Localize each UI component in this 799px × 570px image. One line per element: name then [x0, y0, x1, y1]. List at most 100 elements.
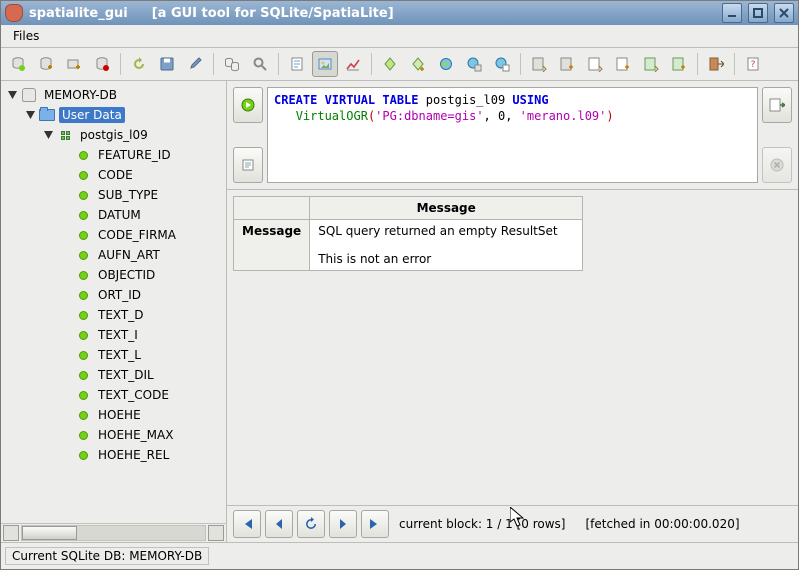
folder-icon [39, 109, 55, 121]
results-panel: Message Message SQL query returned an em… [227, 190, 798, 506]
tb-new-icon[interactable] [33, 51, 59, 77]
tb-about-icon[interactable]: ? [740, 51, 766, 77]
tree-root[interactable]: MEMORY-DB [7, 85, 226, 105]
database-icon [22, 88, 36, 102]
scroll-track[interactable] [21, 525, 206, 541]
tb-txt-link-icon[interactable] [610, 51, 636, 77]
nav-bar: current block: 1 / 1 [0 rows] [fetched i… [227, 506, 798, 542]
result-cell[interactable]: SQL query returned an empty ResultSet Th… [310, 220, 583, 271]
column-label: DATUM [95, 207, 144, 223]
twisty-icon[interactable] [25, 110, 35, 120]
column-label: HOEHE_REL [95, 447, 172, 463]
row-header[interactable]: Message [234, 220, 310, 271]
tb-xls-icon[interactable] [638, 51, 664, 77]
history-button[interactable] [233, 147, 263, 183]
tb-newmem-icon[interactable] [61, 51, 87, 77]
scroll-thumb[interactable] [22, 526, 77, 540]
prev-button[interactable] [265, 510, 293, 538]
column-label: HOEHE_MAX [95, 427, 176, 443]
tb-globe-txt-icon[interactable] [489, 51, 515, 77]
scroll-right-icon[interactable] [208, 525, 224, 541]
run-sql-button[interactable] [233, 87, 263, 123]
tree-column[interactable]: HOEHE_MAX [61, 425, 226, 445]
tb-exit-icon[interactable] [703, 51, 729, 77]
svg-text:?: ? [751, 60, 756, 70]
tb-disconnect-icon[interactable] [89, 51, 115, 77]
twisty-icon[interactable] [7, 90, 17, 100]
tree-column[interactable]: HOEHE [61, 405, 226, 425]
tb-eyedropper-icon[interactable] [182, 51, 208, 77]
tb-search-icon[interactable] [247, 51, 273, 77]
tree-column[interactable]: HOEHE_REL [61, 445, 226, 465]
sql-editor[interactable]: CREATE VIRTUAL TABLE postgis_l09 USING V… [267, 87, 758, 183]
clear-button[interactable] [762, 147, 792, 183]
tree-column[interactable]: OBJECTID [61, 265, 226, 285]
tb-save-icon[interactable] [154, 51, 180, 77]
tb-globe-import-icon[interactable] [433, 51, 459, 77]
status-bar: Current SQLite DB: MEMORY-DB [1, 542, 798, 569]
tree-column[interactable]: TEXT_I [61, 325, 226, 345]
tb-dbf-icon[interactable] [526, 51, 552, 77]
tree-table[interactable]: postgis_l09 [43, 125, 226, 145]
minimize-button[interactable] [722, 3, 742, 23]
userdata-label: User Data [59, 107, 125, 123]
column-icon [79, 411, 88, 420]
tree-column[interactable]: SUB_TYPE [61, 185, 226, 205]
close-button[interactable] [774, 3, 794, 23]
col-header[interactable]: Message [310, 197, 583, 220]
first-button[interactable] [233, 510, 261, 538]
tree-column[interactable]: TEXT_DIL [61, 365, 226, 385]
window-title: spatialite_gui [a GUI tool for SQLite/Sp… [29, 6, 716, 21]
corner-cell [234, 197, 310, 220]
titlebar[interactable]: spatialite_gui [a GUI tool for SQLite/Sp… [1, 1, 798, 25]
column-icon [79, 151, 88, 160]
tree-userdata[interactable]: User Data [25, 105, 226, 125]
column-icon [79, 251, 88, 260]
db-tree[interactable]: MEMORY-DB User Data [1, 81, 226, 523]
tree-column[interactable]: DATUM [61, 205, 226, 225]
root-label: MEMORY-DB [41, 87, 120, 103]
sql-panel: CREATE VIRTUAL TABLE postgis_l09 USING V… [227, 81, 798, 190]
tb-dbf-link-icon[interactable] [554, 51, 580, 77]
tree-column[interactable]: CODE [61, 165, 226, 185]
tb-shp-icon[interactable] [377, 51, 403, 77]
tb-globe-dbf-icon[interactable] [461, 51, 487, 77]
tb-script-icon[interactable] [284, 51, 310, 77]
tree-column[interactable]: CODE_FIRMA [61, 225, 226, 245]
menu-files[interactable]: Files [5, 27, 47, 45]
twisty-icon[interactable] [43, 130, 53, 140]
tree-column[interactable]: TEXT_D [61, 305, 226, 325]
scroll-left-icon[interactable] [3, 525, 19, 541]
column-label: TEXT_I [95, 327, 141, 343]
tb-connect-icon[interactable] [5, 51, 31, 77]
column-icon [79, 431, 88, 440]
tree-hscroll[interactable] [1, 523, 226, 542]
column-icon [79, 451, 88, 460]
tree-column[interactable]: TEXT_CODE [61, 385, 226, 405]
column-icon [79, 351, 88, 360]
tb-chart-icon[interactable] [340, 51, 366, 77]
tb-xls-link-icon[interactable] [666, 51, 692, 77]
column-label: CODE [95, 167, 136, 183]
tb-attach-icon[interactable] [219, 51, 245, 77]
tree-column[interactable]: FEATURE_ID [61, 145, 226, 165]
column-icon [79, 271, 88, 280]
next-button[interactable] [329, 510, 357, 538]
tb-image-icon[interactable] [312, 51, 338, 77]
tb-virtshp-icon[interactable] [405, 51, 431, 77]
column-icon [79, 391, 88, 400]
tree-column[interactable]: AUFN_ART [61, 245, 226, 265]
tb-refresh-icon[interactable] [126, 51, 152, 77]
tree-pane: MEMORY-DB User Data [1, 81, 227, 542]
export-button[interactable] [762, 87, 792, 123]
tree-column[interactable]: TEXT_L [61, 345, 226, 365]
tb-txt-icon[interactable] [582, 51, 608, 77]
maximize-button[interactable] [748, 3, 768, 23]
column-label: OBJECTID [95, 267, 158, 283]
refresh-button[interactable] [297, 510, 325, 538]
results-table[interactable]: Message Message SQL query returned an em… [233, 196, 583, 271]
last-button[interactable] [361, 510, 389, 538]
column-label: TEXT_L [95, 347, 144, 363]
app-caption: [a GUI tool for SQLite/SpatiaLite] [152, 6, 394, 21]
tree-column[interactable]: ORT_ID [61, 285, 226, 305]
